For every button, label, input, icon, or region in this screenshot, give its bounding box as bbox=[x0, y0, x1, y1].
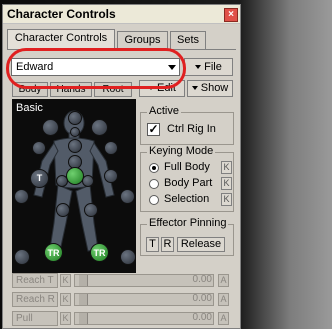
full-body-label: Full Body bbox=[164, 161, 210, 173]
character-controls-panel: Character Controls × Character Controls … bbox=[2, 4, 241, 329]
chest-effector[interactable] bbox=[68, 139, 82, 153]
file-label: File bbox=[204, 61, 222, 73]
keying-mode-title: Keying Mode bbox=[147, 145, 216, 157]
reach-t-anim-button[interactable]: A bbox=[218, 274, 229, 287]
pull-label: Pull bbox=[12, 311, 58, 326]
right-shoulder-effector[interactable] bbox=[91, 119, 108, 136]
selection-key-button[interactable]: K bbox=[221, 193, 232, 206]
pin-rotation-button[interactable]: R bbox=[161, 237, 174, 252]
right-foot-extra-effector[interactable] bbox=[120, 249, 136, 265]
left-foot-extra-effector[interactable] bbox=[14, 249, 30, 265]
body-part-radio[interactable] bbox=[149, 179, 159, 189]
show-label: Show bbox=[200, 82, 229, 94]
title-bar: Character Controls × bbox=[3, 5, 240, 24]
body-part-label: Body Part bbox=[164, 177, 213, 189]
neck-effector[interactable] bbox=[70, 127, 80, 137]
full-body-key-button[interactable]: K bbox=[221, 161, 232, 174]
reach-t-slider-thumb[interactable] bbox=[79, 275, 88, 286]
left-wrist-effector[interactable]: T bbox=[30, 169, 49, 188]
tab-character-controls[interactable]: Character Controls bbox=[7, 29, 115, 50]
active-group: Active ✓ Ctrl Rig In bbox=[140, 105, 234, 145]
left-elbow-effector[interactable] bbox=[32, 141, 46, 155]
reach-r-slider-thumb[interactable] bbox=[79, 294, 88, 305]
effector-pinning-title: Effector Pinning bbox=[147, 217, 229, 229]
right-hip-effector[interactable] bbox=[82, 175, 94, 187]
full-body-radio[interactable] bbox=[149, 163, 159, 173]
pull-slider-thumb[interactable] bbox=[79, 313, 88, 324]
head-effector[interactable] bbox=[68, 111, 82, 125]
highlight-annotation-ring bbox=[6, 48, 186, 89]
release-button[interactable]: Release bbox=[177, 237, 225, 252]
reach-r-value: 0.00 bbox=[192, 293, 212, 304]
right-ankle-effector[interactable]: TR bbox=[90, 243, 109, 262]
show-button[interactable]: Show bbox=[187, 80, 233, 97]
character-figure-view[interactable]: Basic T TR TR bbox=[12, 99, 136, 273]
pull-key-button[interactable]: K bbox=[60, 312, 71, 325]
reach-t-key-button[interactable]: K bbox=[60, 274, 71, 287]
ctrl-rig-in-label: Ctrl Rig In bbox=[167, 123, 216, 135]
pull-value: 0.00 bbox=[192, 312, 212, 323]
active-group-title: Active bbox=[147, 105, 181, 117]
right-hand-effector[interactable] bbox=[120, 189, 135, 204]
right-wrist-effector[interactable] bbox=[104, 169, 118, 183]
reach-r-anim-button[interactable]: A bbox=[218, 293, 229, 306]
left-wrist-label: T bbox=[36, 173, 43, 183]
left-hand-effector[interactable] bbox=[14, 189, 29, 204]
left-shoulder-effector[interactable] bbox=[42, 119, 59, 136]
left-ankle-label: TR bbox=[47, 248, 60, 258]
dropdown-arrow-icon bbox=[191, 86, 198, 91]
file-button[interactable]: File bbox=[184, 58, 233, 76]
reach-t-label: Reach T bbox=[12, 273, 58, 288]
body-part-key-button[interactable]: K bbox=[221, 177, 232, 190]
keying-mode-group: Keying Mode Full Body Body Part Selectio… bbox=[140, 145, 234, 212]
dropdown-arrow-icon bbox=[195, 65, 202, 70]
left-ankle-effector[interactable]: TR bbox=[44, 243, 63, 262]
ctrl-rig-in-checkbox[interactable]: ✓ bbox=[147, 123, 160, 136]
left-knee-effector[interactable] bbox=[56, 203, 70, 217]
effector-pinning-group: Effector Pinning T R Release bbox=[140, 217, 234, 256]
figure-body-silhouette bbox=[33, 110, 115, 252]
selection-label: Selection bbox=[164, 193, 210, 205]
right-ankle-label: TR bbox=[93, 248, 106, 258]
pull-anim-button[interactable]: A bbox=[218, 312, 229, 325]
pin-translation-button[interactable]: T bbox=[146, 237, 159, 252]
reach-r-label: Reach R bbox=[12, 292, 58, 307]
reach-r-key-button[interactable]: K bbox=[60, 293, 71, 306]
reach-t-value: 0.00 bbox=[192, 274, 212, 285]
close-icon[interactable]: × bbox=[224, 8, 238, 22]
right-elbow-effector[interactable] bbox=[104, 141, 118, 155]
tab-groups[interactable]: Groups bbox=[117, 31, 168, 49]
tab-sets[interactable]: Sets bbox=[170, 31, 206, 49]
left-hip-effector[interactable] bbox=[56, 175, 68, 187]
right-knee-effector[interactable] bbox=[84, 203, 98, 217]
selection-radio[interactable] bbox=[149, 195, 159, 205]
window-title: Character Controls bbox=[7, 7, 116, 21]
